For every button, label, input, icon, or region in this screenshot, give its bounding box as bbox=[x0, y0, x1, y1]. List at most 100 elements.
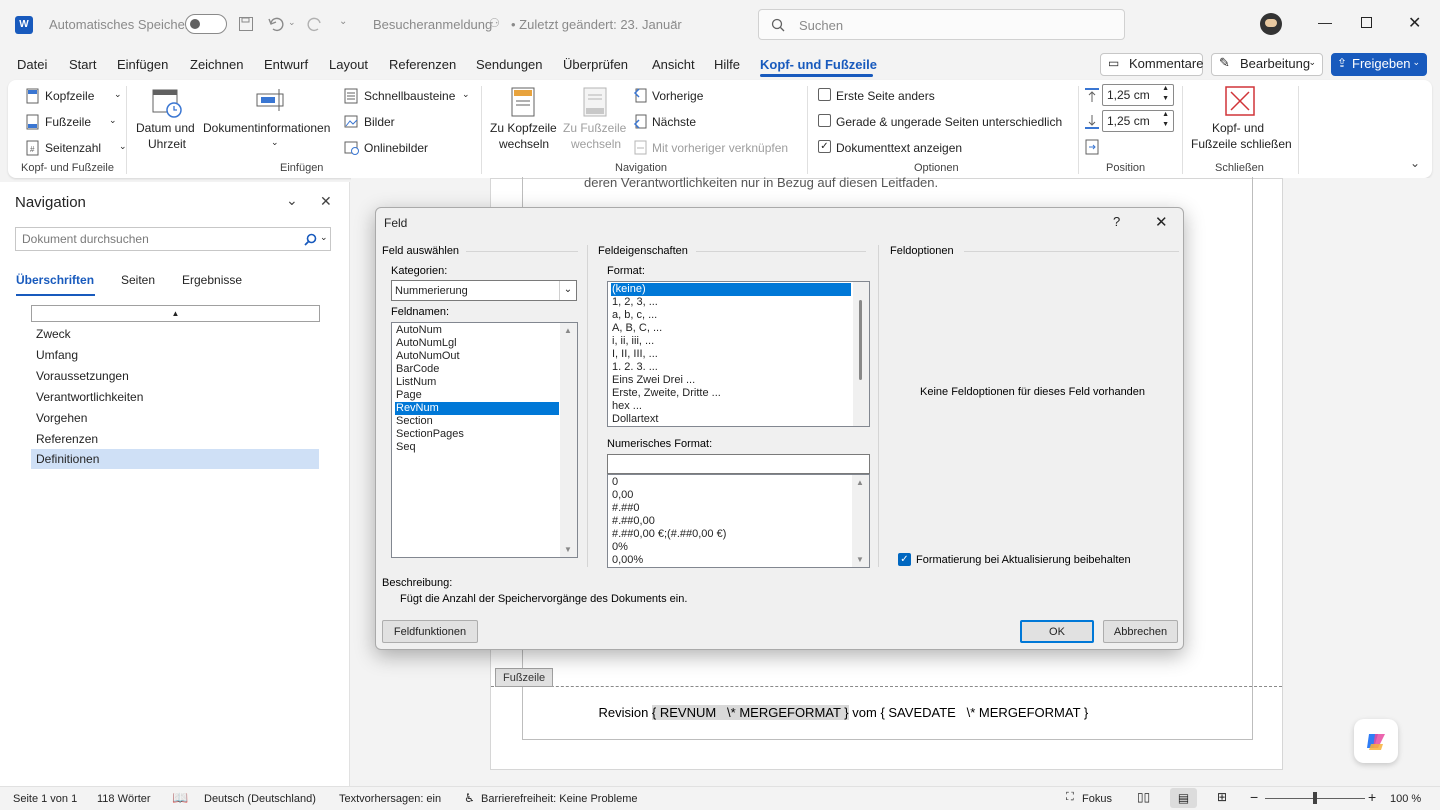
categories-dropdown[interactable]: Nummerierung ⌄ bbox=[391, 280, 577, 301]
document-info-button[interactable]: Dokumentinformationen ⌄ bbox=[202, 86, 338, 156]
share-button[interactable]: ⇪ Freigeben ⌄ bbox=[1331, 53, 1427, 76]
comments-button[interactable]: ▭ Kommentare bbox=[1100, 53, 1203, 76]
spin-down-icon[interactable]: ▼ bbox=[1162, 121, 1169, 128]
menu-start[interactable]: Start bbox=[69, 57, 96, 72]
show-document-text-checkbox[interactable]: ✓ bbox=[818, 140, 831, 153]
numeric-format-item[interactable]: 0,00 bbox=[611, 489, 851, 502]
format-item[interactable]: a, b, c, ... bbox=[611, 309, 851, 322]
previous-button[interactable]: Vorherige bbox=[633, 87, 713, 107]
format-item-selected[interactable]: (keine) bbox=[611, 283, 851, 296]
copilot-button[interactable] bbox=[1354, 719, 1398, 763]
tab-results[interactable]: Ergebnisse bbox=[182, 273, 242, 287]
editing-button[interactable]: ✎ Bearbeitung ⌄ bbox=[1211, 53, 1323, 76]
dialog-help-button[interactable]: ? bbox=[1113, 214, 1120, 229]
menu-ansicht[interactable]: Ansicht bbox=[652, 57, 695, 72]
numeric-format-item[interactable]: 0 bbox=[611, 476, 851, 489]
spin-up-icon[interactable]: ▲ bbox=[1162, 111, 1169, 118]
word-count[interactable]: 118 Wörter bbox=[97, 793, 151, 805]
scroll-down-icon[interactable]: ▼ bbox=[564, 545, 572, 554]
format-list[interactable]: (keine) 1, 2, 3, ... a, b, c, ... A, B, … bbox=[607, 281, 870, 427]
format-item[interactable]: Erste, Zweite, Dritte ... bbox=[611, 387, 851, 400]
menu-referenzen[interactable]: Referenzen bbox=[389, 57, 456, 72]
avatar[interactable] bbox=[1260, 13, 1282, 35]
maximize-icon[interactable] bbox=[1361, 17, 1372, 28]
header-position-spinner[interactable]: 1,25 cm ▲ ▼ bbox=[1102, 84, 1174, 106]
menu-kopf-und-fusszeile[interactable]: Kopf- und Fußzeile bbox=[760, 57, 877, 72]
cancel-button[interactable]: Abbrechen bbox=[1103, 620, 1178, 643]
scroll-up-icon[interactable]: ▲ bbox=[856, 478, 864, 487]
close-window-icon[interactable]: ✕ bbox=[1408, 13, 1421, 33]
format-item[interactable]: hex ... bbox=[611, 400, 851, 413]
menu-zeichnen[interactable]: Zeichnen bbox=[190, 57, 243, 72]
footer-position-spinner[interactable]: 1,25 cm ▲ ▼ bbox=[1102, 110, 1174, 132]
odd-even-checkbox[interactable] bbox=[818, 114, 831, 127]
format-scrollbar[interactable] bbox=[853, 282, 869, 426]
minimize-icon[interactable]: — bbox=[1318, 14, 1332, 30]
nav-heading-item-selected[interactable]: Definitionen bbox=[31, 449, 319, 469]
field-codes-button[interactable]: Feldfunktionen bbox=[382, 620, 478, 643]
numeric-format-item[interactable]: #.##0,00 €;(#.##0,00 €) bbox=[611, 528, 851, 541]
read-mode-icon[interactable]: ▯▯ bbox=[1137, 790, 1150, 804]
menu-sendungen[interactable]: Sendungen bbox=[476, 57, 543, 72]
field-names-list[interactable]: AutoNum AutoNumLgl AutoNumOut BarCode Li… bbox=[391, 322, 578, 558]
menu-ueberpruefen[interactable]: Überprüfen bbox=[563, 57, 628, 72]
close-header-footer-button[interactable]: Kopf- und Fußzeile schließen bbox=[1188, 86, 1292, 156]
collapse-all-bar[interactable]: ▲ bbox=[31, 305, 320, 322]
nav-heading-item[interactable]: Referenzen bbox=[31, 429, 319, 449]
numeric-format-item[interactable]: #.##0 bbox=[611, 502, 851, 515]
redo-icon[interactable] bbox=[306, 15, 324, 33]
nav-heading-item[interactable]: Vorgehen bbox=[31, 408, 319, 428]
numeric-format-item[interactable]: #.##0,00 bbox=[611, 515, 851, 528]
savedate-field-code[interactable]: { SAVEDATE \* MERGEFORMAT } bbox=[880, 705, 1088, 720]
proofing-book-icon[interactable]: 📖 bbox=[172, 790, 188, 806]
numeric-format-list[interactable]: 0 0,00 #.##0 #.##0,00 #.##0,00 €;(#.##0,… bbox=[607, 474, 870, 568]
zoom-slider-thumb[interactable] bbox=[1313, 792, 1317, 804]
field-name-item[interactable]: ListNum bbox=[395, 376, 559, 389]
save-icon[interactable] bbox=[238, 16, 254, 32]
search-icon[interactable] bbox=[304, 233, 317, 246]
last-changed-label[interactable]: • Zuletzt geändert: 23. Januar bbox=[511, 17, 682, 32]
revnum-field-code[interactable]: { REVNUM \* MERGEFORMAT } bbox=[651, 705, 849, 720]
insert-alignment-tab-icon[interactable] bbox=[1084, 138, 1100, 156]
scroll-up-icon[interactable]: ▲ bbox=[564, 326, 572, 335]
footer-content[interactable]: Revision { REVNUM \* MERGEFORMAT } vom {… bbox=[584, 690, 1088, 735]
header-button[interactable]: Kopfzeile ⌄ bbox=[26, 87, 122, 107]
last-changed-dropdown-icon[interactable]: ⌄ bbox=[670, 15, 678, 26]
zoom-in-icon[interactable]: + bbox=[1368, 789, 1376, 805]
focus-label[interactable]: Fokus bbox=[1082, 793, 1112, 805]
page-number-button[interactable]: # Seitenzahl ⌄ bbox=[26, 139, 127, 159]
scroll-thumb[interactable] bbox=[859, 300, 862, 380]
document-name[interactable]: Besucheranmeldung bbox=[373, 17, 492, 32]
autosave-toggle[interactable] bbox=[185, 14, 227, 34]
date-time-button[interactable]: Datum und Uhrzeit bbox=[134, 86, 200, 156]
first-page-checkbox[interactable] bbox=[818, 88, 831, 101]
nav-heading-item[interactable]: Zweck bbox=[31, 324, 319, 344]
quick-parts-button[interactable]: Schnellbausteine ⌄ bbox=[344, 87, 470, 107]
accessibility-icon[interactable]: ♿ bbox=[464, 791, 475, 805]
nav-heading-item[interactable]: Umfang bbox=[31, 345, 319, 365]
field-name-item-selected[interactable]: RevNum bbox=[395, 402, 559, 415]
spin-up-icon[interactable]: ▲ bbox=[1162, 85, 1169, 92]
numeric-format-input[interactable] bbox=[607, 454, 870, 474]
menu-einfuegen[interactable]: Einfügen bbox=[117, 57, 168, 72]
format-item[interactable]: 1. 2. 3. ... bbox=[611, 361, 851, 374]
menu-hilfe[interactable]: Hilfe bbox=[714, 57, 740, 72]
nav-pane-options-icon[interactable]: ⌄ bbox=[286, 192, 298, 209]
web-layout-icon[interactable]: ⊞ bbox=[1217, 790, 1227, 804]
tab-pages[interactable]: Seiten bbox=[121, 273, 155, 287]
customize-qat-icon[interactable]: ⌄ bbox=[339, 16, 347, 27]
print-layout-icon[interactable]: ▤ bbox=[1170, 788, 1197, 808]
goto-header-button[interactable]: Zu Kopfzeile wechseln bbox=[488, 86, 558, 156]
format-item[interactable]: Dollartext bbox=[611, 413, 851, 426]
numeric-format-item[interactable]: 0,00% bbox=[611, 554, 851, 567]
spin-down-icon[interactable]: ▼ bbox=[1162, 95, 1169, 102]
menu-entwurf[interactable]: Entwurf bbox=[264, 57, 308, 72]
search-box[interactable]: Suchen bbox=[758, 9, 1125, 40]
focus-icon[interactable]: ⛶ bbox=[1066, 791, 1074, 804]
undo-dropdown-icon[interactable]: ⌄ bbox=[288, 17, 296, 28]
scroll-down-icon[interactable]: ▼ bbox=[856, 555, 864, 564]
field-names-scrollbar[interactable]: ▲ ▼ bbox=[560, 323, 577, 557]
undo-icon[interactable] bbox=[267, 15, 285, 33]
preserve-format-checkbox[interactable]: ✓ bbox=[898, 553, 911, 566]
nav-heading-item[interactable]: Voraussetzungen bbox=[31, 366, 319, 386]
